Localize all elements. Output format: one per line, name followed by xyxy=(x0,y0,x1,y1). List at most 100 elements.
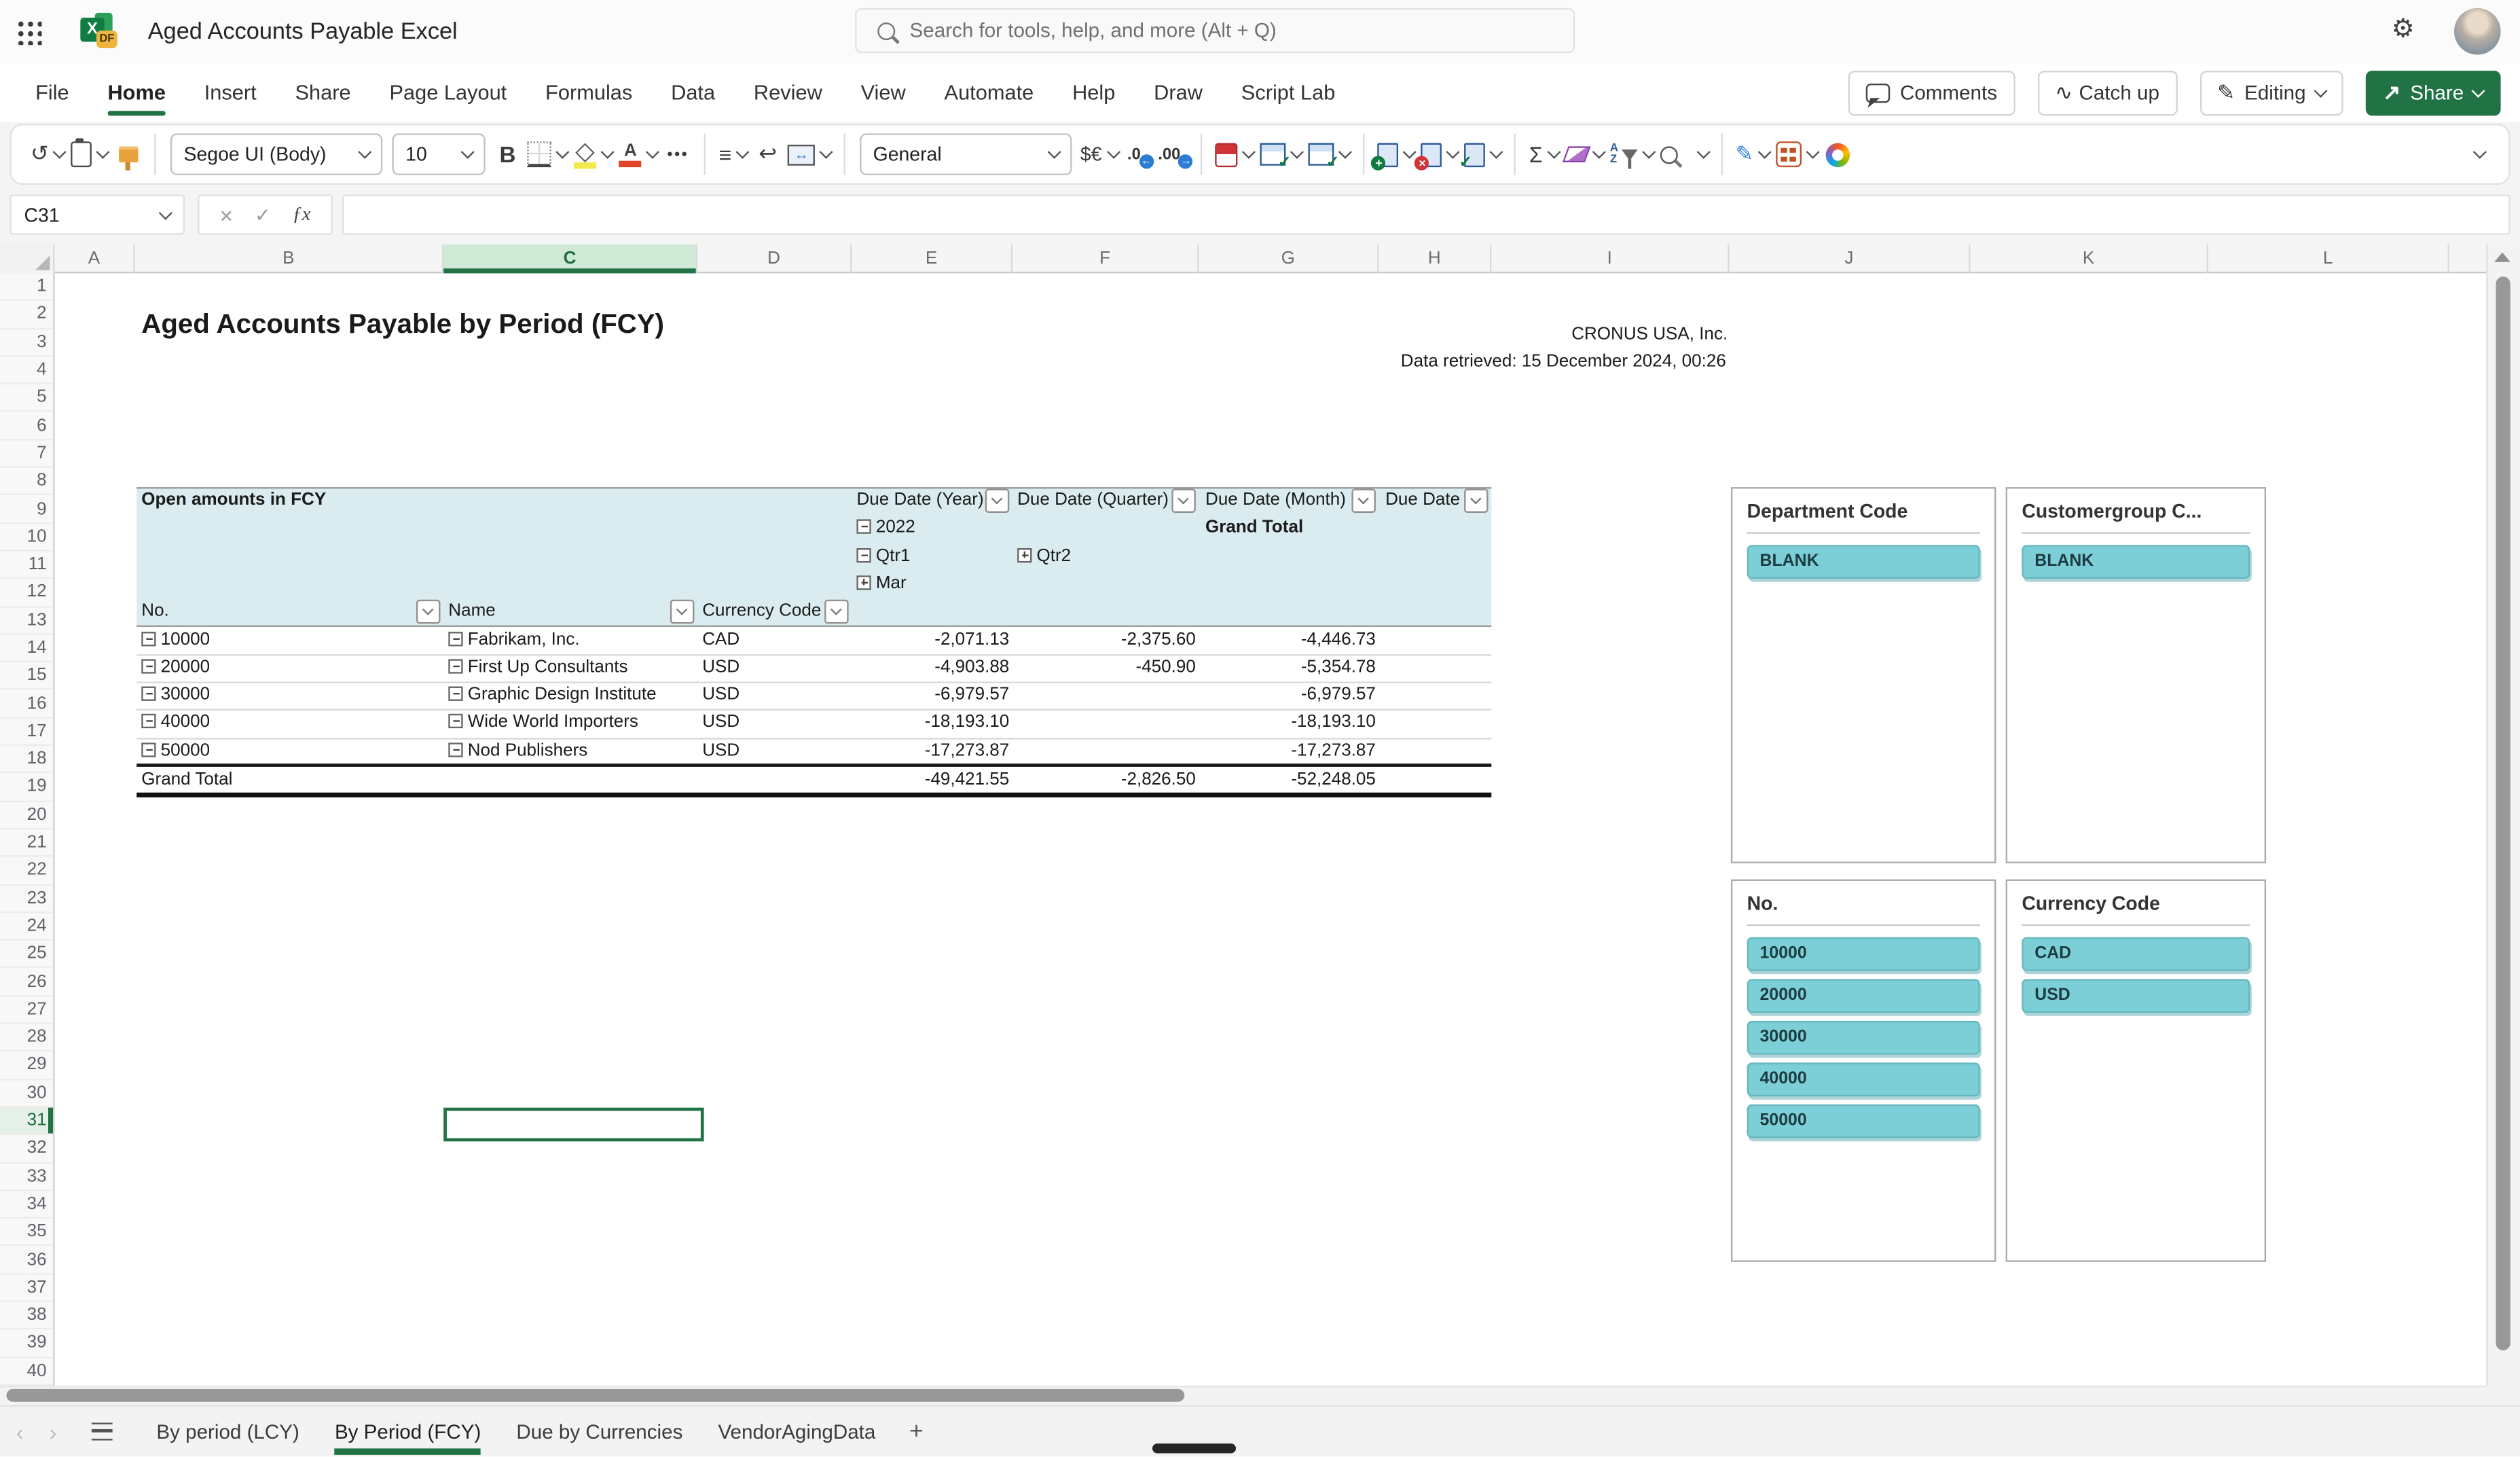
row-header-22[interactable]: 22 xyxy=(0,857,54,885)
column-header-d[interactable]: D xyxy=(697,244,852,274)
expand-icon[interactable] xyxy=(1017,547,1032,562)
document-title[interactable]: Aged Accounts Payable Excel xyxy=(148,19,458,45)
vertical-scrollbar-thumb[interactable] xyxy=(2496,276,2510,1351)
sheet-nav-prev-icon[interactable]: ‹ xyxy=(16,1419,24,1445)
row-header-8[interactable]: 8 xyxy=(0,468,54,496)
grand-total-value[interactable]: -49,421.55 xyxy=(852,767,1010,795)
slicer-item[interactable]: 50000 xyxy=(1747,1104,1980,1138)
app-launcher-waffle-icon[interactable] xyxy=(16,19,42,46)
column-header-g[interactable]: G xyxy=(1199,244,1379,274)
pivot-row-value[interactable]: -17,273.87 xyxy=(852,738,1010,766)
cell-styles-button[interactable] xyxy=(1309,132,1353,177)
borders-button[interactable] xyxy=(528,132,570,177)
copilot-button[interactable] xyxy=(1824,132,1851,177)
menu-tab-automate[interactable]: Automate xyxy=(925,66,1053,120)
pivot-field-due-date-quarter-[interactable]: Due Date (Quarter) xyxy=(1017,487,1169,515)
new-sheet-icon[interactable]: + xyxy=(893,1418,939,1445)
horizontal-scrollbar-thumb[interactable] xyxy=(6,1388,1185,1402)
row-header-31[interactable]: 31 xyxy=(0,1107,54,1136)
row-header-7[interactable]: 7 xyxy=(0,440,54,468)
pivot-row-name[interactable]: Wide World Importers xyxy=(448,710,638,738)
pivot-row-field-currency-code[interactable]: Currency Code xyxy=(702,598,821,626)
editing-mode-button[interactable]: ✎ Editing xyxy=(2199,71,2343,116)
row-header-38[interactable]: 38 xyxy=(0,1302,54,1330)
slicer-item[interactable]: USD xyxy=(2022,979,2250,1013)
bold-button[interactable]: B xyxy=(494,132,521,177)
pivot-row-value[interactable]: -6,979.57 xyxy=(852,682,1009,710)
pivot-row-name[interactable]: First Up Consultants xyxy=(448,654,628,682)
column-header-i[interactable]: I xyxy=(1491,244,1730,274)
pivot-row-value[interactable]: -4,446.73 xyxy=(1199,626,1376,654)
pivot-row-field-filter-dropdown[interactable] xyxy=(416,600,441,624)
row-header-24[interactable]: 24 xyxy=(0,913,54,941)
collapse-icon[interactable] xyxy=(856,547,871,562)
format-painter-button[interactable] xyxy=(115,132,142,177)
insert-function-icon[interactable]: ƒx xyxy=(293,202,311,227)
pivot-row-currency[interactable]: CAD xyxy=(702,626,739,654)
menu-tab-view[interactable]: View xyxy=(841,66,925,120)
cancel-icon[interactable]: × xyxy=(220,202,233,228)
pivot-row-no[interactable]: 10000 xyxy=(141,626,210,654)
pivot-row-no[interactable]: 50000 xyxy=(141,738,210,766)
menu-tab-insert[interactable]: Insert xyxy=(185,66,276,120)
slicer-item[interactable]: BLANK xyxy=(1747,545,1980,579)
pivot-row-no[interactable]: 30000 xyxy=(141,682,210,710)
formula-input[interactable] xyxy=(342,194,2510,235)
menu-tab-page-layout[interactable]: Page Layout xyxy=(370,66,526,120)
pivot-row-value[interactable]: -2,071.13 xyxy=(852,626,1009,654)
row-header-32[interactable]: 32 xyxy=(0,1135,54,1164)
font-name-select[interactable]: Segoe UI (Body) xyxy=(170,133,384,175)
sheet-tab-by-period-fcy-[interactable]: By Period (FCY) xyxy=(317,1406,498,1457)
collapse-icon[interactable] xyxy=(448,658,463,674)
row-header-36[interactable]: 36 xyxy=(0,1246,54,1275)
slicer-item[interactable]: BLANK xyxy=(2022,545,2250,579)
row-header-25[interactable]: 25 xyxy=(0,941,54,969)
column-header-f[interactable]: F xyxy=(1012,244,1199,274)
format-cells-button[interactable]: ✓ xyxy=(1459,132,1504,177)
pivot-row-value[interactable]: -18,193.10 xyxy=(852,710,1010,738)
undo-button[interactable]: ↺ xyxy=(31,132,67,177)
collapse-icon[interactable] xyxy=(141,686,156,702)
column-header-l[interactable]: L xyxy=(2208,244,2449,274)
excel-app-icon[interactable]: X DF xyxy=(80,12,119,52)
row-header-28[interactable]: 28 xyxy=(0,1024,54,1052)
pivot-row-value[interactable]: -4,903.88 xyxy=(852,654,1009,682)
collapse-icon[interactable] xyxy=(141,630,156,646)
grand-total-value[interactable]: -2,826.50 xyxy=(1012,767,1196,795)
pivot-row-name[interactable]: Graphic Design Institute xyxy=(448,682,657,710)
collapse-icon[interactable] xyxy=(141,658,156,674)
cards-button[interactable] xyxy=(1775,132,1820,177)
search-box[interactable]: Search for tools, help, and more (Alt + … xyxy=(855,7,1575,54)
scroll-up-arrow[interactable] xyxy=(2494,252,2510,262)
row-header-1[interactable]: 1 xyxy=(0,273,54,302)
number-format-select[interactable]: General xyxy=(860,133,1073,175)
row-header-10[interactable]: 10 xyxy=(0,524,54,552)
menu-tab-data[interactable]: Data xyxy=(652,66,735,120)
column-header-c[interactable]: C xyxy=(443,244,698,274)
menu-tab-review[interactable]: Review xyxy=(735,66,842,120)
column-header-b[interactable]: B xyxy=(135,244,444,274)
column-header-j[interactable]: J xyxy=(1730,244,1971,274)
pivot-row-currency[interactable]: USD xyxy=(702,710,739,738)
row-header-29[interactable]: 29 xyxy=(0,1052,54,1080)
clear-button[interactable] xyxy=(1562,132,1606,177)
insert-cells-button[interactable]: + xyxy=(1371,132,1417,177)
pivot-qtr1[interactable]: Qtr1 xyxy=(856,543,911,571)
pivot-row-no[interactable]: 40000 xyxy=(141,710,210,738)
more-font-options-button[interactable]: ••• xyxy=(664,132,691,177)
fill-color-button[interactable] xyxy=(574,132,615,177)
expand-icon[interactable] xyxy=(856,575,871,590)
pivot-field-filter-dropdown[interactable] xyxy=(1351,488,1376,513)
collapse-icon[interactable] xyxy=(448,686,463,702)
row-header-18[interactable]: 18 xyxy=(0,746,54,774)
menu-tab-help[interactable]: Help xyxy=(1053,66,1135,120)
sort-filter-button[interactable]: AZ xyxy=(1610,132,1656,177)
pivot-row-no[interactable]: 20000 xyxy=(141,654,210,682)
settings-gear-icon[interactable]: ⚙ xyxy=(2392,13,2415,48)
row-header-15[interactable]: 15 xyxy=(0,662,54,691)
format-as-table-button[interactable] xyxy=(1260,132,1305,177)
pivot-row-currency[interactable]: USD xyxy=(702,654,739,682)
row-header-35[interactable]: 35 xyxy=(0,1219,54,1247)
slicer-item[interactable]: 10000 xyxy=(1747,937,1980,971)
row-header-39[interactable]: 39 xyxy=(0,1330,54,1358)
